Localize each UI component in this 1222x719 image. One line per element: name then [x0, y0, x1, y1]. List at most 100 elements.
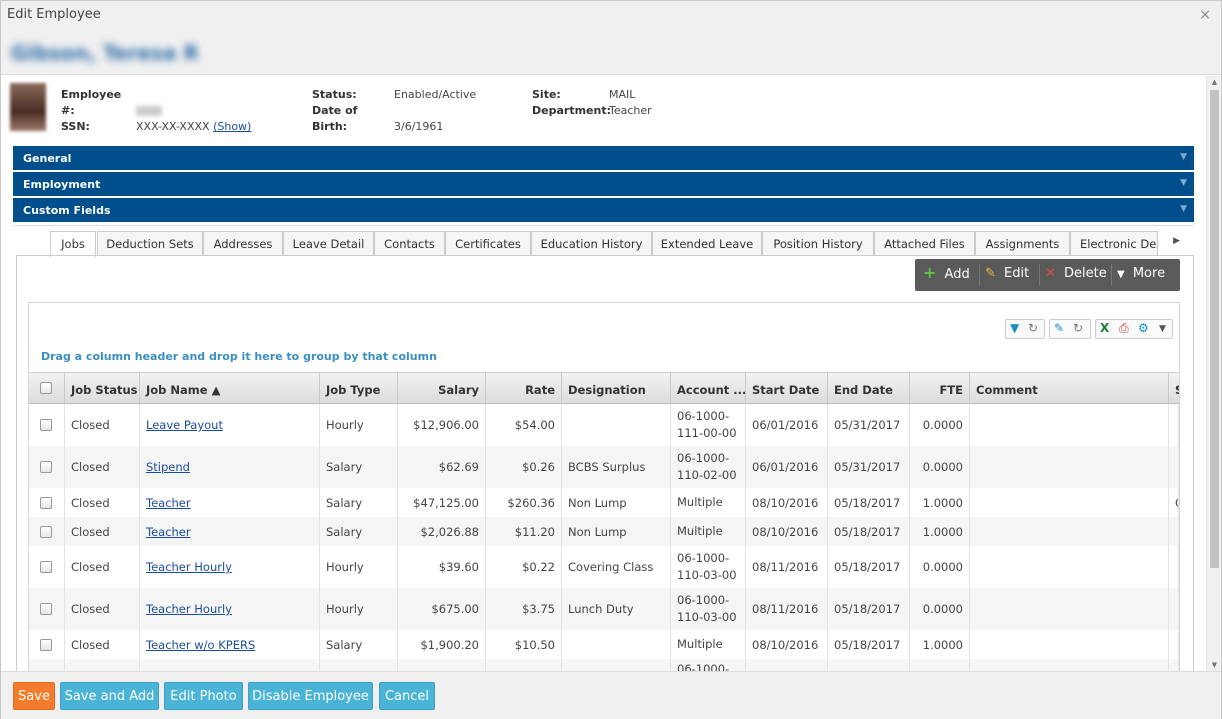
filter-icon[interactable]: ▼	[1010, 321, 1019, 335]
ssn-value: XXX-XX-XXXX	[136, 120, 210, 133]
tab-leave-detail[interactable]: Leave Detail	[283, 231, 374, 256]
table-row[interactable]: Closed Leave Payout Hourly $12,906.00 $54.00…	[29, 404, 1179, 446]
row-checkbox[interactable]	[40, 639, 52, 651]
tab-assignments[interactable]: Assignments	[975, 231, 1070, 256]
scroll-up-icon[interactable]: ▲	[1210, 78, 1219, 86]
job-name-link[interactable]: Stipend	[146, 460, 190, 474]
scroll-down-icon[interactable]: ▼	[1210, 661, 1219, 669]
cell-status	[65, 659, 140, 671]
scrollbar-thumb[interactable]	[1210, 90, 1219, 568]
edit-button[interactable]: ✎ Edit	[985, 259, 1029, 291]
more-button[interactable]: ▼ More	[1117, 259, 1165, 291]
header-rate[interactable]: Rate	[486, 373, 562, 404]
save-and-add-button[interactable]: Save and Add	[60, 682, 159, 710]
emp-num-label: Employee #:	[61, 88, 122, 117]
cell-comment	[970, 659, 1169, 671]
chevron-down-icon: ▼	[1180, 152, 1187, 162]
row-checkbox[interactable]	[40, 419, 52, 431]
save-button[interactable]: Save	[13, 682, 55, 710]
header-end-date[interactable]: End Date	[828, 373, 910, 404]
table-row[interactable]: Closed Teacher Salary $47,125.00 $260.36 Non …	[29, 488, 1179, 517]
tab-extended-leave[interactable]: Extended Leave	[652, 231, 762, 256]
cancel-button[interactable]: Cancel	[379, 682, 435, 710]
tab-contacts[interactable]: Contacts	[374, 231, 445, 256]
info-col-3: Site: MAIL Department:Teacher	[532, 87, 652, 119]
header-job-name[interactable]: Job Name ▲	[140, 373, 320, 404]
cell-comment	[970, 446, 1169, 488]
job-name-link[interactable]: Teacher Hourly	[146, 560, 232, 574]
ssn-show-link[interactable]: (Show)	[213, 120, 251, 133]
disable-employee-button[interactable]: Disable Employee	[248, 682, 373, 710]
tab-education-history[interactable]: Education History	[531, 231, 652, 256]
table-row[interactable]: Closed Teacher Salary $2,026.88 $11.20 Non Lu…	[29, 517, 1179, 546]
header-start-date[interactable]: Start Date	[746, 373, 828, 404]
job-name-link[interactable]: Teacher	[146, 525, 191, 539]
row-checkbox[interactable]	[40, 461, 52, 473]
header-salary[interactable]: Salary	[398, 373, 486, 404]
tab-certificates[interactable]: Certificates	[445, 231, 531, 256]
cell-salary: $2,026.88	[398, 517, 486, 546]
ssn-label: SSN:	[61, 120, 90, 133]
header-fte[interactable]: FTE	[910, 373, 970, 404]
table-row[interactable]: 06-1000-	[29, 659, 1179, 671]
plus-icon: +	[923, 263, 937, 282]
refresh-icon[interactable]: ↻	[1028, 321, 1038, 335]
job-name-link[interactable]: Teacher Hourly	[146, 602, 232, 616]
reset-icon[interactable]: ↻	[1073, 321, 1083, 335]
vertical-scrollbar[interactable]: ▲ ▼	[1206, 76, 1221, 671]
table-row[interactable]: Closed Teacher w/o KPERS Salary $1,900.20 $1…	[29, 630, 1179, 659]
info-col-1: Employee #: SSN: XXX-XX-XXXX (Show)	[61, 87, 251, 135]
wrench-icon[interactable]: ✎	[1054, 321, 1064, 335]
cell-fte: 0.0000	[910, 446, 970, 488]
cell-type	[320, 659, 398, 671]
chevron-right-icon[interactable]: ▶	[1173, 236, 1180, 246]
jobs-panel: + Add ✎ Edit ✕ Delete ▼ More ▼ ↻ ✎ ↻ X ⎙…	[16, 255, 1194, 671]
section-general[interactable]: General ▼	[13, 146, 1194, 170]
cell-extra: C	[1169, 488, 1179, 517]
header-extra[interactable]: S	[1169, 373, 1179, 404]
cell-status: Closed	[65, 404, 140, 446]
job-name-link[interactable]: Teacher	[146, 496, 191, 510]
section-employment[interactable]: Employment ▼	[13, 172, 1194, 196]
tab-addresses[interactable]: Addresses	[203, 231, 283, 256]
table-row[interactable]: Closed Stipend Salary $62.69 $0.26 BCBS Surpl…	[29, 446, 1179, 488]
toolbar-divider	[1039, 264, 1040, 286]
cell-fte: 0.0000	[910, 404, 970, 446]
add-button[interactable]: + Add	[923, 259, 970, 291]
pdf-icon[interactable]: ⎙	[1119, 321, 1129, 336]
job-name-link[interactable]: Leave Payout	[146, 418, 223, 432]
tab-electronic-delivery[interactable]: Electronic Del	[1070, 231, 1158, 256]
cell-account: 06-1000- 110-03-00	[671, 546, 746, 588]
table-row[interactable]: Closed Teacher Hourly Hourly $39.60 $0.22 Cov…	[29, 546, 1179, 588]
job-name-link[interactable]: Teacher w/o KPERS	[146, 638, 255, 652]
tab-deduction-sets[interactable]: Deduction Sets	[97, 231, 203, 256]
tab-jobs[interactable]: Jobs	[50, 231, 96, 257]
chevron-down-icon[interactable]: ▼	[1159, 324, 1166, 334]
section-custom-fields[interactable]: Custom Fields ▼	[13, 198, 1194, 222]
close-icon[interactable]: ×	[1199, 7, 1211, 23]
account-value: 06-1000- 110-03-00	[677, 551, 737, 582]
delete-button[interactable]: ✕ Delete	[1045, 259, 1107, 291]
header-designation[interactable]: Designation	[562, 373, 671, 404]
add-label: Add	[944, 267, 970, 282]
table-row[interactable]: Closed Teacher Hourly Hourly $675.00 $3.75 Lu…	[29, 588, 1179, 630]
row-checkbox[interactable]	[40, 497, 52, 509]
header-comment[interactable]: Comment	[970, 373, 1169, 404]
cell-extra	[1169, 404, 1179, 446]
group-by-hint[interactable]: Drag a column header and drop it here to…	[41, 350, 437, 363]
header-account[interactable]: Account ...	[671, 373, 746, 404]
cell-start: 06/01/2016	[746, 446, 828, 488]
select-all-checkbox[interactable]	[40, 382, 52, 394]
tab-attached-files[interactable]: Attached Files	[874, 231, 975, 256]
row-checkbox[interactable]	[40, 526, 52, 538]
excel-icon[interactable]: X	[1100, 321, 1109, 335]
row-checkbox[interactable]	[40, 561, 52, 573]
tab-position-history[interactable]: Position History	[762, 231, 874, 256]
row-checkbox[interactable]	[40, 603, 52, 615]
header-job-status[interactable]: Job Status	[65, 373, 140, 404]
gear-icon[interactable]: ⚙	[1138, 321, 1149, 335]
cell-start: 08/10/2016	[746, 630, 828, 659]
header-job-type[interactable]: Job Type	[320, 373, 398, 404]
edit-photo-button[interactable]: Edit Photo	[164, 682, 243, 710]
status-label: Status:	[312, 88, 357, 101]
